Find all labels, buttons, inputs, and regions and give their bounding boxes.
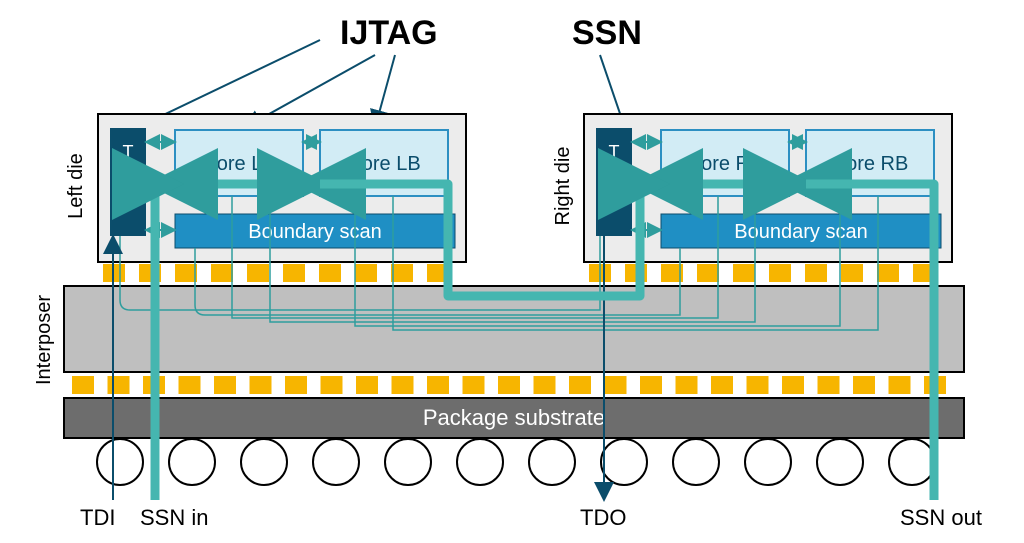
core-rb-label: Core RB [832, 153, 909, 175]
svg-text:T: T [123, 142, 134, 162]
core-la-label: Core LA [202, 153, 276, 175]
core-ra-label: Core RA [687, 153, 764, 175]
right-die-label: Right die [552, 147, 574, 226]
diagram-root: IJTAG SSN T A P Core LA Core LB Boundary… [0, 0, 1024, 543]
label-ijtag: IJTAG [340, 14, 438, 52]
svg-text:T: T [609, 142, 620, 162]
svg-text:P: P [608, 186, 620, 206]
package-substrate-label: Package substrate [423, 405, 605, 430]
svg-text:P: P [122, 186, 134, 206]
balls [97, 439, 935, 485]
label-ssn-in: SSN in [140, 505, 208, 530]
svg-text:A: A [608, 164, 620, 184]
interposer-label: Interposer [33, 295, 55, 385]
bottom-bumps [72, 376, 946, 394]
left-bscan-label: Boundary scan [248, 221, 381, 243]
label-ssn: SSN [572, 14, 642, 52]
svg-text:A: A [122, 164, 134, 184]
core-lb-label: Core LB [347, 153, 420, 175]
label-tdi: TDI [80, 505, 115, 530]
left-die-label: Left die [65, 153, 87, 219]
label-ssn-out: SSN out [900, 505, 982, 530]
label-tdo: TDO [580, 505, 626, 530]
